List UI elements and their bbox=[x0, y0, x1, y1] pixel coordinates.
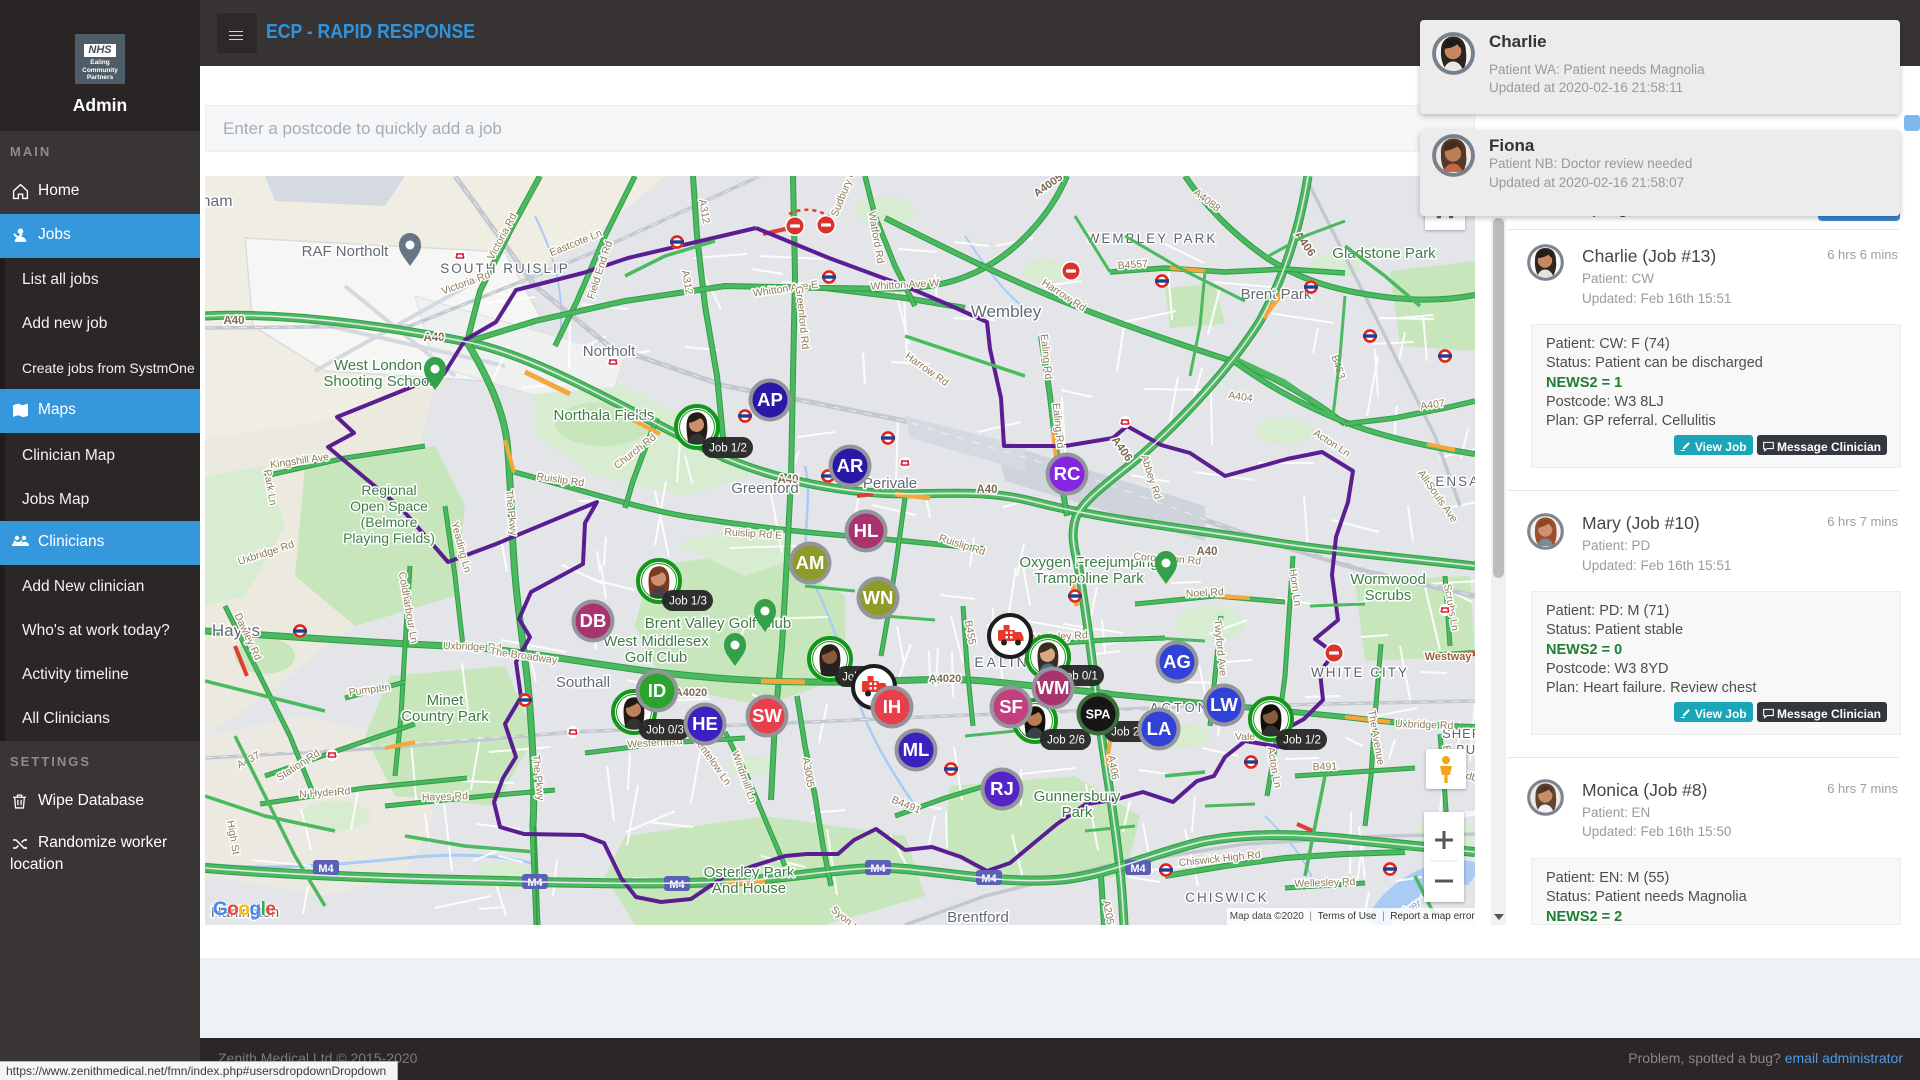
svg-text:A40: A40 bbox=[1196, 546, 1217, 558]
svg-text:ID: ID bbox=[648, 680, 667, 701]
svg-text:LW: LW bbox=[1210, 694, 1238, 715]
svg-text:Wellesley Rd: Wellesley Rd bbox=[1294, 876, 1356, 890]
svg-text:AP: AP bbox=[757, 389, 783, 410]
svg-text:Noel Rd: Noel Rd bbox=[1186, 586, 1225, 600]
svg-text:Job 1/3: Job 1/3 bbox=[669, 596, 707, 608]
svg-text:SPA: SPA bbox=[1086, 708, 1111, 722]
svg-text:A40: A40 bbox=[223, 315, 244, 327]
svg-text:M4: M4 bbox=[669, 879, 685, 891]
svg-text:M4: M4 bbox=[870, 863, 886, 875]
svg-text:Uxbridge Rd: Uxbridge Rd bbox=[1395, 718, 1454, 732]
svg-text:M4: M4 bbox=[527, 877, 543, 889]
svg-text:Job 1/2: Job 1/2 bbox=[1283, 735, 1321, 747]
svg-text:Country Park: Country Park bbox=[401, 708, 489, 725]
svg-text:Park: Park bbox=[1062, 804, 1093, 821]
svg-text:Golf Club: Golf Club bbox=[625, 649, 688, 666]
svg-text:DB: DB bbox=[580, 610, 607, 631]
svg-text:WHITE CITY: WHITE CITY bbox=[1311, 665, 1409, 680]
svg-text:Job 0/3: Job 0/3 bbox=[646, 725, 684, 737]
svg-text:Osterley Park: Osterley Park bbox=[704, 864, 795, 881]
svg-text:Perivale: Perivale bbox=[863, 475, 917, 492]
svg-text:AR: AR bbox=[837, 455, 864, 476]
svg-text:HE: HE bbox=[692, 713, 718, 734]
svg-text:A4020: A4020 bbox=[675, 687, 707, 699]
svg-text:Regional: Regional bbox=[361, 482, 416, 498]
svg-text:M4: M4 bbox=[1130, 863, 1146, 875]
svg-text:WN: WN bbox=[863, 587, 894, 608]
svg-text:B4557: B4557 bbox=[1117, 258, 1148, 272]
svg-text:RC: RC bbox=[1054, 463, 1081, 484]
svg-text:B491: B491 bbox=[1312, 761, 1337, 774]
svg-text:AM: AM bbox=[796, 552, 825, 573]
svg-text:SW: SW bbox=[752, 705, 782, 726]
svg-text:West Middlesex: West Middlesex bbox=[603, 633, 709, 650]
svg-text:Job 2/6: Job 2/6 bbox=[1047, 735, 1085, 747]
svg-text:Open Space: Open Space bbox=[350, 498, 428, 514]
svg-text:WEMBLEY PARK: WEMBLEY PARK bbox=[1087, 231, 1218, 246]
svg-text:Westway: Westway bbox=[1425, 651, 1473, 663]
svg-text:RAF Northolt: RAF Northolt bbox=[302, 243, 390, 260]
svg-text:(Belmore: (Belmore bbox=[361, 514, 418, 530]
svg-text:Wembley: Wembley bbox=[971, 302, 1042, 321]
svg-text:West London: West London bbox=[334, 357, 422, 374]
svg-text:Scrubs: Scrubs bbox=[1365, 587, 1412, 604]
svg-text:Vale: Vale bbox=[1235, 731, 1255, 743]
svg-text:Shooting School: Shooting School bbox=[323, 373, 432, 390]
svg-text:Job 1/2: Job 1/2 bbox=[709, 443, 747, 455]
svg-text:Minet: Minet bbox=[427, 692, 465, 709]
svg-text:A4020: A4020 bbox=[929, 673, 961, 685]
svg-text:Trampoline Park: Trampoline Park bbox=[1034, 570, 1144, 587]
svg-text:Hayes Rd: Hayes Rd bbox=[422, 790, 469, 804]
svg-text:HL: HL bbox=[854, 520, 879, 541]
svg-text:Southall: Southall bbox=[556, 674, 610, 691]
svg-text:Wormwood: Wormwood bbox=[1350, 571, 1426, 588]
svg-text:ML: ML bbox=[903, 739, 930, 760]
svg-text:LA: LA bbox=[1147, 718, 1172, 739]
svg-text:SOUTH RUISLIP: SOUTH RUISLIP bbox=[440, 261, 570, 276]
svg-text:AG: AG bbox=[1163, 651, 1191, 672]
svg-text:RJ: RJ bbox=[990, 778, 1014, 799]
svg-text:Brentford: Brentford bbox=[947, 909, 1009, 925]
svg-text:Gunnersbury: Gunnersbury bbox=[1034, 788, 1121, 805]
svg-text:SF: SF bbox=[999, 696, 1023, 717]
svg-text:M4: M4 bbox=[318, 863, 334, 875]
svg-text:Playing Fields): Playing Fields) bbox=[343, 530, 435, 546]
svg-text:IH: IH bbox=[883, 696, 902, 717]
svg-text:CHISWICK: CHISWICK bbox=[1185, 890, 1269, 905]
svg-text:WM: WM bbox=[1037, 677, 1070, 698]
svg-text:ham: ham bbox=[205, 193, 233, 210]
